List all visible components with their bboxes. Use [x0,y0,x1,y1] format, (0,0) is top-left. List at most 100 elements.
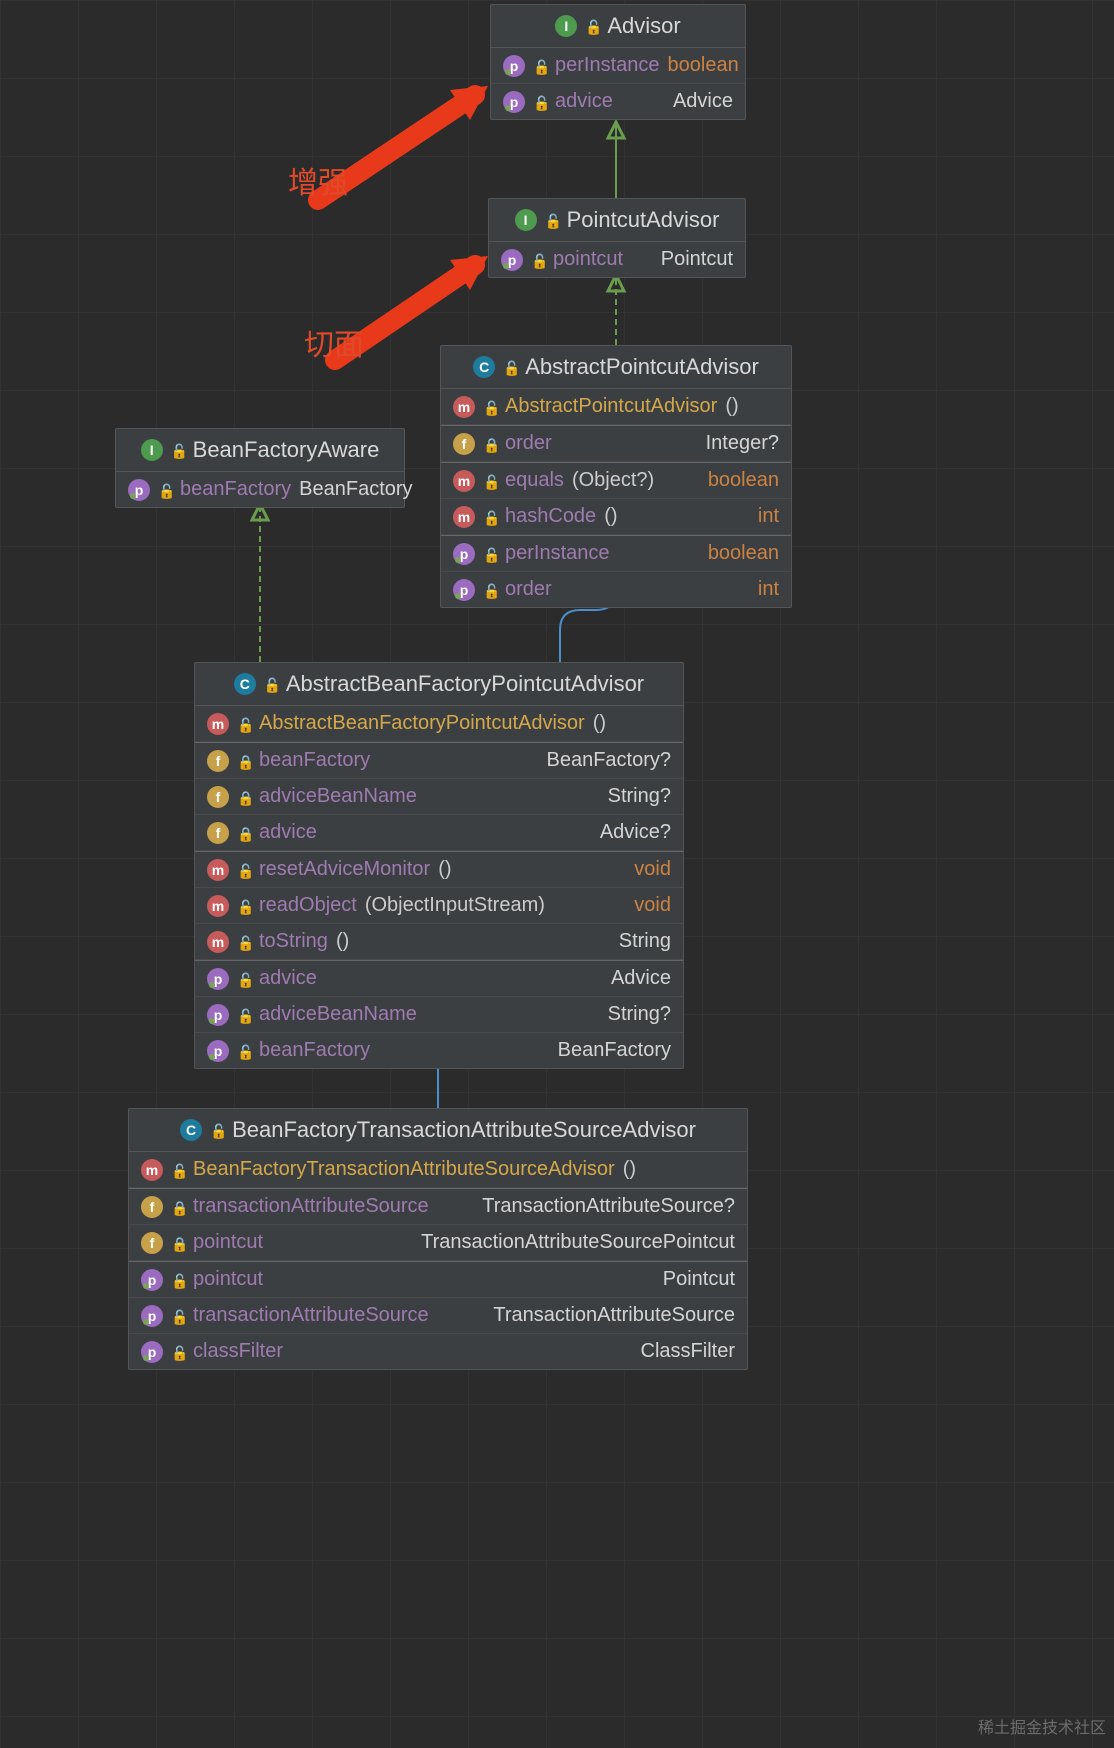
lock-icon: 🔓 [210,1123,224,1137]
lock-icon: 🔓 [264,677,278,691]
member-name: order [505,432,552,455]
lock-icon: 🔓 [503,360,517,374]
member-name: advice [259,967,317,990]
member-row: m🔓toString()String [195,924,683,960]
member-name: adviceBeanName [259,785,417,808]
params: (ObjectInputStream) [365,894,545,917]
method-icon: m [207,713,229,735]
unlock-icon: 🔓 [237,935,251,949]
member-type: void [634,894,671,917]
member-type: BeanFactory [558,1039,671,1062]
member-row: f🔒orderInteger? [441,425,791,462]
params: () [725,395,738,418]
members: m 🔓 BeanFactoryTransactionAttributeSourceA… [129,1152,747,1369]
field-icon: f [207,786,229,808]
member-name: resetAdviceMonitor [259,858,430,881]
params: () [336,930,349,953]
member-row: m 🔓 readObject (ObjectInputStream) void [195,888,683,924]
member-name: perInstance [505,542,610,565]
class-advisor: I 🔓 Advisor p🔓perInstancebooleanp🔓advice… [490,4,746,120]
class-title: I 🔓 PointcutAdvisor [489,199,745,242]
member-name: perInstance [555,54,660,77]
members: p🔓pointcutPointcut [489,242,745,277]
params: () [593,712,606,735]
member-row: f🔒adviceAdvice? [195,815,683,851]
member-row: m 🔓 BeanFactoryTransactionAttributeSourceA… [129,1152,747,1188]
class-title: I 🔓 Advisor [491,5,745,48]
member-name: beanFactory [259,749,370,772]
member-row: p🔓classFilterClassFilter [129,1334,747,1369]
params: () [623,1158,636,1181]
lock-icon: 🔒 [237,790,251,804]
member-name: order [505,578,552,601]
method-icon: m [453,470,475,492]
field-icon: f [141,1232,163,1254]
member-row: m🔓hashCode()int [441,499,791,535]
member-name: toString [259,930,328,953]
method-icon: m [207,895,229,917]
unlock-icon: 🔓 [171,1345,185,1359]
member-type: TransactionAttributeSource [493,1304,735,1327]
member-name: advice [259,821,317,844]
unlock-icon: 🔓 [531,253,545,267]
unlock-icon: 🔓 [483,474,497,488]
class-icon: C [180,1119,202,1141]
member-type: Advice [611,967,671,990]
member-name: hashCode [505,505,596,528]
member-row: p🔓beanFactoryBeanFactory [116,472,404,507]
unlock-icon: 🔓 [483,510,497,524]
class-name: AbstractPointcutAdvisor [525,354,759,380]
class-title: C 🔓 AbstractPointcutAdvisor [441,346,791,389]
member-name: AbstractBeanFactoryPointcutAdvisor [259,712,585,735]
member-type: Integer? [706,432,779,455]
method-icon: m [207,859,229,881]
unlock-icon: 🔓 [171,1163,185,1177]
lock-icon: 🔓 [171,443,185,457]
member-row: m🔓equals(Object?)boolean [441,462,791,499]
lock-icon: 🔒 [171,1236,185,1250]
unlock-icon: 🔓 [483,583,497,597]
member-name: beanFactory [180,478,291,501]
member-type: int [758,578,779,601]
member-row: p🔓adviceAdvice [195,960,683,997]
class-name: BeanFactoryAware [193,437,380,463]
class-title: C 🔓 BeanFactoryTransactionAttributeSourc… [129,1109,747,1152]
unlock-icon: 🔓 [237,972,251,986]
member-row: m 🔓 resetAdviceMonitor () void [195,851,683,888]
class-name: Advisor [607,13,680,39]
class-name: BeanFactoryTransactionAttributeSourceAdv… [232,1117,696,1143]
member-name: equals [505,469,564,492]
member-type: int [758,505,779,528]
lock-icon: 🔓 [545,213,559,227]
member-name: pointcut [193,1231,263,1254]
member-row: p🔓adviceAdvice [491,84,745,119]
interface-icon: I [141,439,163,461]
member-type: Pointcut [661,248,733,271]
member-name: classFilter [193,1340,283,1363]
member-type: boolean [668,54,739,77]
unlock-icon: 🔓 [533,95,547,109]
member-row: f🔒transactionAttributeSourceTransactionA… [129,1188,747,1225]
member-name: AbstractPointcutAdvisor [505,395,717,418]
params: (Object?) [572,469,654,492]
member-type: ClassFilter [641,1340,735,1363]
params: () [438,858,451,881]
member-name: BeanFactoryTransactionAttributeSourceAdv… [193,1158,615,1181]
member-name: pointcut [193,1268,263,1291]
member-type: Advice [673,90,733,113]
member-row: p🔓adviceBeanNameString? [195,997,683,1033]
unlock-icon: 🔓 [237,863,251,877]
member-name: readObject [259,894,357,917]
class-icon: C [473,356,495,378]
class-beanfactoryaware: I 🔓 BeanFactoryAware p🔓beanFactoryBeanFa… [115,428,405,508]
lock-icon: 🔒 [237,826,251,840]
member-type: void [634,858,671,881]
lock-icon: 🔒 [237,754,251,768]
method-icon: m [141,1159,163,1181]
member-row: p🔓orderint [441,572,791,607]
member-row: p🔓transactionAttributeSourceTransactionA… [129,1298,747,1334]
member-name: transactionAttributeSource [193,1304,429,1327]
unlock-icon: 🔓 [533,59,547,73]
unlock-icon: 🔓 [237,899,251,913]
class-pointcutadvisor: I 🔓 PointcutAdvisor p🔓pointcutPointcut [488,198,746,278]
